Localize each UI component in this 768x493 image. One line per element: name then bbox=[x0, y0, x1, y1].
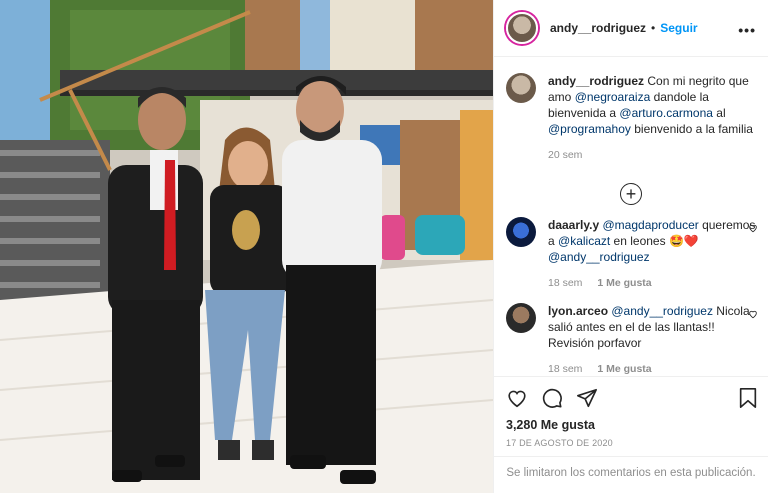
comment-heart-icon[interactable] bbox=[748, 223, 758, 233]
comment-item: daaarly.y @magdaproducer queremos a @kal… bbox=[494, 205, 768, 291]
bookmark-icon[interactable] bbox=[738, 387, 758, 409]
comment-heart-icon[interactable] bbox=[748, 309, 758, 319]
follow-button[interactable]: Seguir bbox=[660, 21, 697, 35]
comments-list[interactable]: andy__rodriguez Con mi negrito que amo @… bbox=[494, 57, 768, 375]
mention-link[interactable]: @andy__rodriguez bbox=[611, 304, 713, 318]
comments-limited-notice: Se limitaron los comentarios en esta pub… bbox=[494, 456, 768, 479]
caption: andy__rodriguez Con mi negrito que amo @… bbox=[494, 57, 768, 163]
comment-username[interactable]: lyon.arceo bbox=[548, 304, 608, 318]
post-photo[interactable] bbox=[0, 0, 493, 493]
comment-username[interactable]: daaarly.y bbox=[548, 218, 599, 232]
comment-text: lyon.arceo @andy__rodriguez Nicola salió… bbox=[548, 303, 756, 375]
comment-avatar[interactable] bbox=[506, 303, 536, 333]
caption-avatar[interactable] bbox=[506, 73, 536, 103]
comment-likes[interactable]: 1 Me gusta bbox=[597, 277, 651, 289]
comment-text-part: en leones bbox=[610, 234, 669, 248]
mention-link[interactable]: @negroaraiza bbox=[575, 90, 651, 104]
comment-avatar[interactable] bbox=[506, 217, 536, 247]
likes-count[interactable]: 3,280 Me gusta bbox=[506, 418, 758, 432]
comment-meta: 18 sem 1 Me gusta bbox=[548, 361, 756, 375]
more-options-icon[interactable]: ••• bbox=[738, 22, 756, 38]
header-username[interactable]: andy__rodriguez bbox=[550, 21, 646, 35]
tv-studio-photo bbox=[0, 0, 493, 493]
caption-username[interactable]: andy__rodriguez bbox=[548, 74, 644, 88]
comment-time[interactable]: 18 sem bbox=[548, 363, 582, 375]
separator-dot: • bbox=[651, 21, 656, 35]
caption-text: andy__rodriguez Con mi negrito que amo @… bbox=[548, 73, 756, 163]
action-icons bbox=[506, 385, 758, 411]
post-panel: andy__rodriguez • Seguir ••• andy__rodri… bbox=[493, 0, 768, 493]
mention-link[interactable]: @magdaproducer bbox=[603, 218, 699, 232]
caption-text-part: al bbox=[712, 106, 726, 120]
comment-icon[interactable] bbox=[541, 387, 563, 409]
avatar[interactable] bbox=[506, 12, 538, 44]
heart-icon[interactable] bbox=[506, 387, 528, 409]
comment-item: lyon.arceo @andy__rodriguez Nicola salió… bbox=[494, 291, 768, 375]
mention-link[interactable]: @arturo.carmona bbox=[619, 106, 713, 120]
mention-link[interactable]: @kalicazt bbox=[558, 234, 610, 248]
post-header: andy__rodriguez • Seguir ••• bbox=[494, 0, 768, 57]
caption-meta: 20 sem bbox=[548, 147, 756, 163]
caption-time[interactable]: 20 sem bbox=[548, 149, 582, 161]
comment-meta: 18 sem 1 Me gusta bbox=[548, 275, 756, 291]
caption-text-part: bienvenido a la familia bbox=[630, 122, 753, 136]
comment-likes[interactable]: 1 Me gusta bbox=[597, 363, 651, 375]
comment-text: daaarly.y @magdaproducer queremos a @kal… bbox=[548, 217, 756, 291]
load-more-comments-icon[interactable]: + bbox=[620, 183, 642, 205]
share-icon[interactable] bbox=[576, 387, 598, 409]
post-actions: 3,280 Me gusta 17 DE AGOSTO DE 2020 Se l… bbox=[494, 376, 768, 493]
post-date[interactable]: 17 DE AGOSTO DE 2020 bbox=[506, 438, 758, 448]
mention-link[interactable]: @andy__rodriguez bbox=[548, 250, 650, 264]
emoji: 🤩❤️ bbox=[668, 234, 699, 248]
mention-link[interactable]: @programahoy bbox=[548, 122, 631, 136]
comment-time[interactable]: 18 sem bbox=[548, 277, 582, 289]
